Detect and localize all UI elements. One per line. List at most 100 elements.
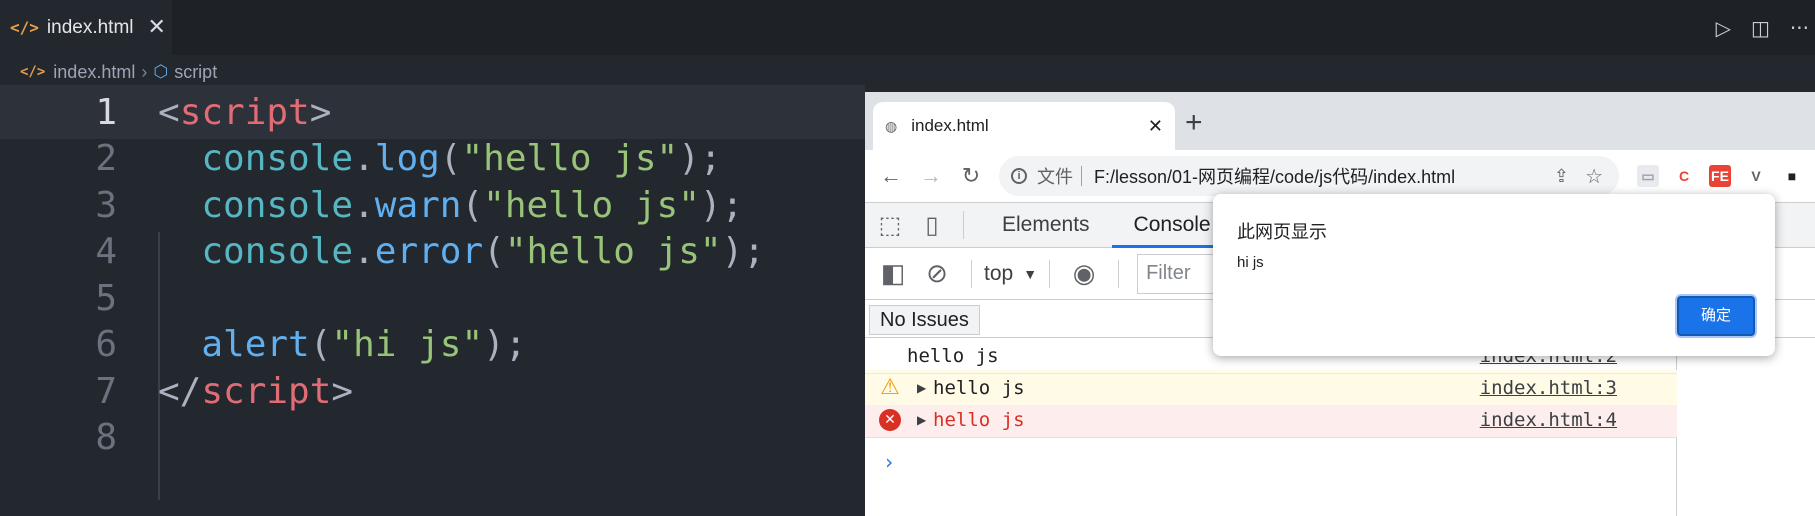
more-actions-icon[interactable]: ··· <box>1790 16 1809 40</box>
code-token: "hi js" <box>331 324 484 365</box>
code-text: console.error("hello js"); <box>158 231 765 272</box>
code-token: script <box>201 370 332 412</box>
symbol-cube-icon: ⬡ <box>153 62 169 81</box>
context-label: top <box>984 261 1014 285</box>
extension-icon[interactable]: C <box>1673 165 1695 187</box>
eye-icon[interactable]: ◉ <box>1062 258 1106 289</box>
code-editor[interactable]: 1 <script> 2 console.log("hello js"); 3 con… <box>0 85 865 516</box>
console-message-error[interactable]: ✕ ▶ hello js index.html:4 <box>865 402 1677 438</box>
url-scheme-label: 文件 <box>1037 167 1073 187</box>
console-message-text: hello js <box>933 376 1025 399</box>
bookmark-star-icon[interactable]: ☆ <box>1585 164 1603 189</box>
code-token: "hello js" <box>504 231 722 272</box>
code-text: alert("hi js"); <box>158 324 527 365</box>
line-number: 2 <box>95 138 117 179</box>
alert-title: 此网页显示 <box>1237 222 1327 242</box>
code-text: console.warn("hello js"); <box>158 185 743 226</box>
code-token: . <box>353 231 375 272</box>
editor-actions: ▷ ◫ ··· <box>1716 0 1815 55</box>
code-token: "hello js" <box>461 138 679 179</box>
html-file-icon: </> <box>10 18 39 37</box>
ok-button[interactable]: 确定 <box>1677 296 1755 336</box>
extension-icon[interactable]: ▭ <box>1637 165 1659 187</box>
extension-icon[interactable]: FE <box>1709 165 1731 187</box>
inspect-element-icon[interactable]: ⬚ <box>869 211 911 240</box>
code-token: </ <box>158 370 202 412</box>
no-issues-button[interactable]: No Issues <box>869 305 980 335</box>
browser-tab-index-html[interactable]: ◍ index.html ✕ <box>873 102 1175 150</box>
divider <box>963 211 964 239</box>
line-number: 5 <box>95 277 117 319</box>
code-token: ( <box>309 324 332 365</box>
expand-triangle-icon[interactable]: ▶ <box>917 413 926 427</box>
browser-tab-label: index.html <box>911 116 989 135</box>
run-icon[interactable]: ▷ <box>1716 16 1731 40</box>
editor-tab-index-html[interactable]: </> index.html ✕ <box>0 0 172 55</box>
sidebar-toggle-icon[interactable]: ◧ <box>871 258 915 289</box>
split-editor-icon[interactable]: ◫ <box>1751 16 1770 40</box>
code-token: ); <box>699 184 744 226</box>
console-messages: ✕ ▶ hello js index.html:4 ⚠ ▶ hello js index.ht… <box>865 338 1677 516</box>
expand-triangle-icon[interactable]: ▶ <box>917 381 926 395</box>
address-bar[interactable]: i 文件 F:/lesson/01-网页编程/code/js代码/index.h… <box>999 156 1619 196</box>
editor-tab-bar: </> index.html ✕ ▷ ◫ ··· <box>0 0 1815 55</box>
code-line[interactable]: 8 <box>0 411 865 465</box>
code-token: "hello js" <box>483 184 700 226</box>
code-token: console <box>201 184 354 226</box>
code-token: log <box>374 138 440 179</box>
context-selector[interactable]: top ▼ <box>984 262 1037 286</box>
url-text[interactable]: F:/lesson/01-网页编程/code/js代码/index.html <box>1094 163 1455 189</box>
browser-tab-strip: ◍ index.html ✕ + <box>865 92 1815 150</box>
divider <box>1118 259 1120 288</box>
code-token: ); <box>721 231 765 272</box>
chevron-right-icon: › <box>141 61 148 82</box>
code-token: > <box>331 370 354 412</box>
source-link[interactable]: index.html:3 <box>1480 377 1617 399</box>
extension-icon[interactable]: ■ <box>1781 165 1803 187</box>
breadcrumb-symbol[interactable]: script <box>174 62 217 83</box>
extension-icon[interactable]: V <box>1745 165 1767 187</box>
code-token: . <box>353 138 375 179</box>
code-token: warn <box>374 184 462 226</box>
line-number: 8 <box>95 417 117 458</box>
code-token: ( <box>483 231 505 272</box>
forward-icon[interactable]: → <box>911 163 951 189</box>
line-number: 6 <box>95 324 117 365</box>
info-icon[interactable]: i <box>1011 168 1027 184</box>
code-token: < <box>158 91 180 133</box>
close-icon[interactable]: ✕ <box>1148 116 1163 137</box>
line-number: 7 <box>95 370 117 412</box>
tab-elements[interactable]: Elements <box>980 202 1112 248</box>
breadcrumb: </> index.html › ⬡ script <box>0 55 865 89</box>
console-message-warn[interactable]: ⚠ ▶ hello js index.html:3 <box>865 370 1677 406</box>
code-token: ); <box>483 324 527 365</box>
alert-dialog: 此网页显示 hi js 确定 <box>1213 194 1775 356</box>
code-token: alert <box>201 324 310 365</box>
breadcrumb-file[interactable]: index.html <box>53 62 135 83</box>
clear-console-icon[interactable]: ⊘ <box>915 258 959 289</box>
code-token: console <box>201 231 354 272</box>
line-number: 3 <box>95 184 117 226</box>
code-token: script <box>179 91 310 133</box>
filter-placeholder: Filter <box>1146 262 1191 284</box>
code-text: <script> <box>158 92 331 133</box>
divider <box>1049 259 1051 288</box>
caret-down-icon: ▼ <box>1023 265 1038 282</box>
device-toolbar-icon[interactable]: ▯ <box>911 211 953 240</box>
code-token: ( <box>461 184 484 226</box>
new-tab-icon[interactable]: + <box>1185 106 1203 140</box>
close-icon[interactable]: ✕ <box>148 15 166 40</box>
reload-icon[interactable]: ↻ <box>951 163 991 189</box>
code-token: ); <box>678 138 722 179</box>
code-token: . <box>353 184 375 226</box>
code-text: </script> <box>158 371 353 412</box>
source-link[interactable]: index.html:4 <box>1480 409 1617 431</box>
console-prompt-icon[interactable]: › <box>883 450 895 474</box>
divider <box>971 259 972 288</box>
share-icon[interactable]: ⇪ <box>1554 166 1569 187</box>
line-number: 4 <box>95 231 117 272</box>
back-icon[interactable]: ← <box>871 163 911 189</box>
